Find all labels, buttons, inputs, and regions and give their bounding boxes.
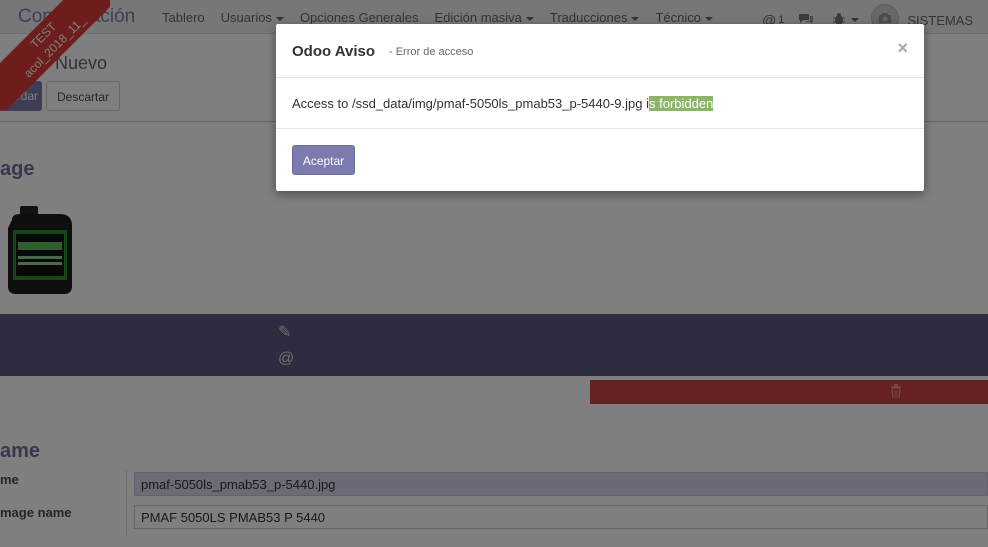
dialog-message: Access to /ssd_data/img/pmaf-5050ls_pmab… [292, 96, 714, 111]
dialog-header: Odoo Aviso - Error de acceso × [276, 24, 924, 78]
dialog-footer: Aceptar [276, 129, 924, 190]
dialog-subtitle: - Error de acceso [389, 46, 474, 58]
close-icon[interactable]: × [897, 38, 908, 59]
warning-dialog: Odoo Aviso - Error de acceso × Access to… [276, 24, 924, 191]
dialog-title: Odoo Aviso [292, 43, 376, 60]
dialog-body: Access to /ssd_data/img/pmaf-5050ls_pmab… [276, 78, 924, 129]
message-selected-text: s forbidden [649, 96, 714, 111]
accept-button[interactable]: Aceptar [292, 145, 355, 175]
message-text: Access to /ssd_data/img/pmaf-5050ls_pmab… [292, 96, 649, 111]
